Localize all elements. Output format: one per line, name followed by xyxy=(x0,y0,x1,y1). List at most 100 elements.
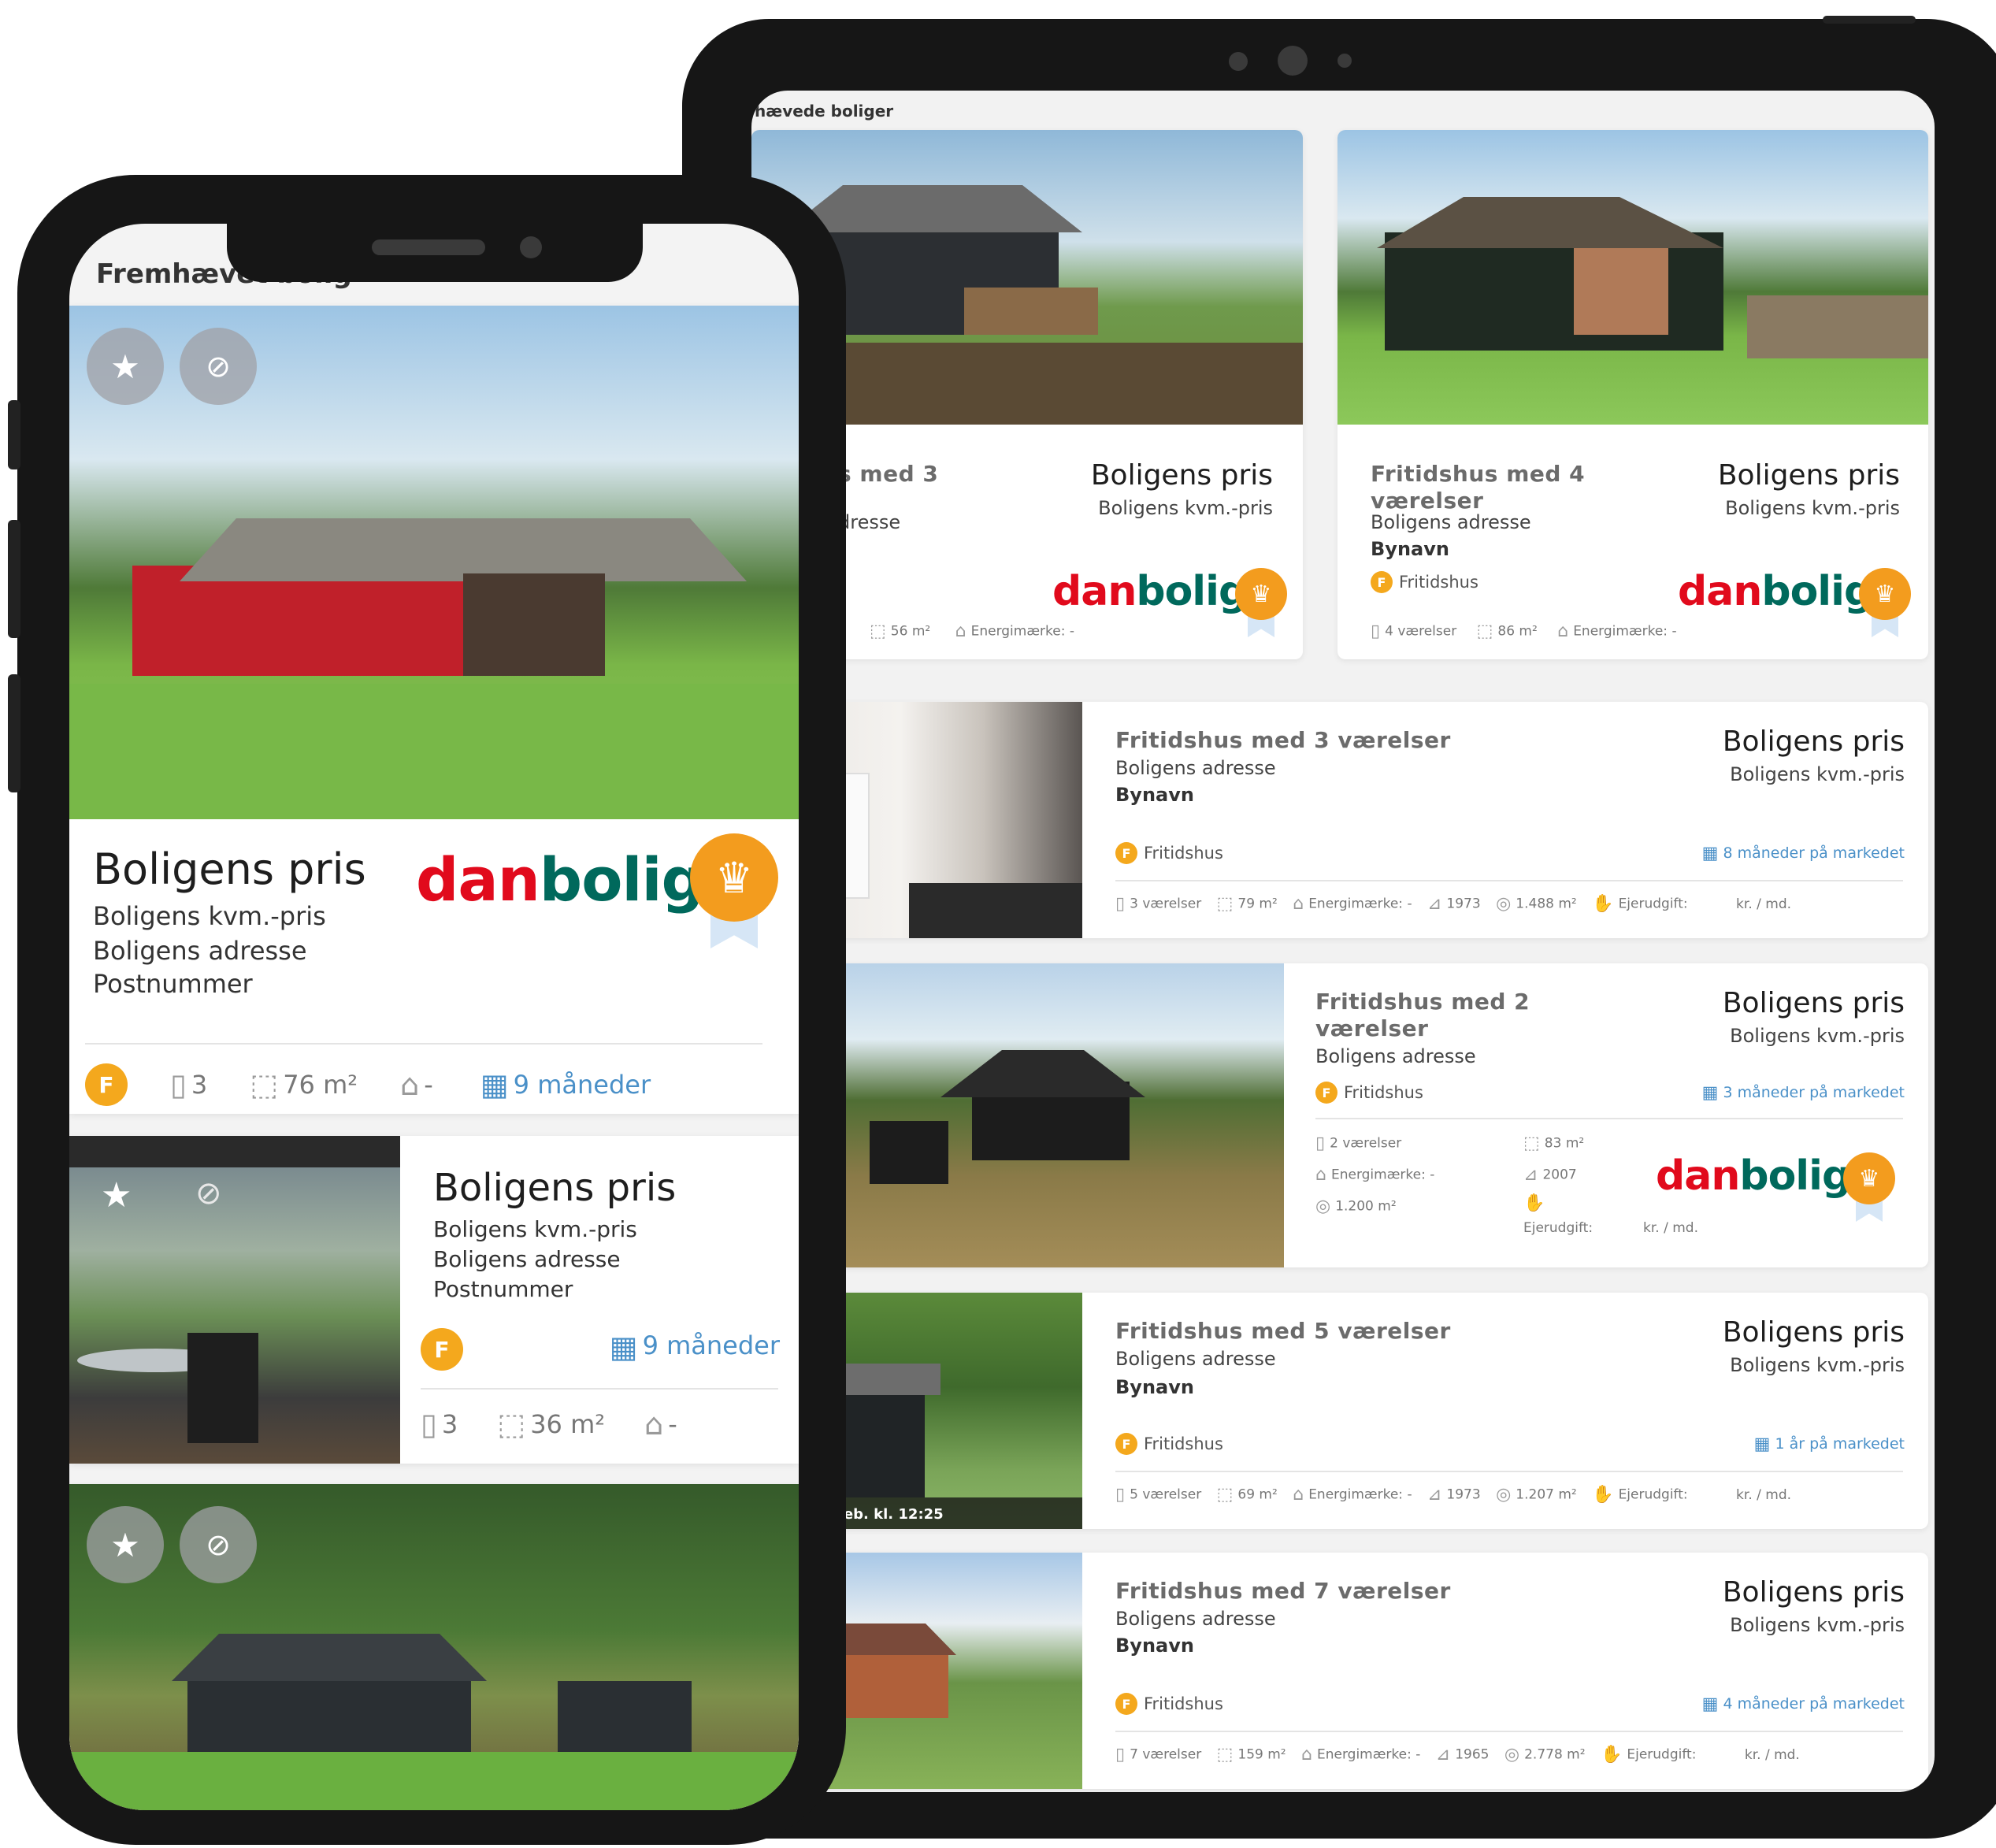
area-icon: ⬚ xyxy=(870,622,886,641)
energy-icon: ⌂ xyxy=(1315,1165,1326,1185)
plot-icon: ◎ xyxy=(1496,894,1512,914)
property-price: Boligens pris xyxy=(433,1166,677,1210)
featured-property-card[interactable]: ★ ⊘ Boligens pris Boligens kvm.-pris Bol… xyxy=(69,306,799,1114)
property-stats: ▯ 3 ⬚ 36 m² ⌂ - xyxy=(421,1407,677,1442)
door-icon: ▯ xyxy=(1115,1745,1126,1765)
time-on-market: ▦ 9 måneder xyxy=(609,1330,780,1364)
danbolig-logo: danbolig xyxy=(416,844,704,915)
property-stats: ▯ 7 værelser ⬚ 159 m² ⌂ Energimærke: - ⊿ 196… xyxy=(1115,1745,1800,1765)
year-icon: ⊿ xyxy=(1427,894,1442,914)
tablet-camera xyxy=(1278,46,1308,76)
energy-icon: ⌂ xyxy=(1293,1485,1304,1505)
calendar-icon: ▦ xyxy=(1701,1083,1719,1103)
property-list-card[interactable]: Fritidshus med 7 værelser Boligens adres… xyxy=(751,1553,1928,1789)
door-icon: ▯ xyxy=(1115,894,1126,914)
phone-camera xyxy=(520,236,542,258)
property-card[interactable]: ★ ⊘ xyxy=(69,1484,799,1810)
hide-button[interactable]: ⊘ xyxy=(195,1175,222,1212)
type-badge: F xyxy=(1371,571,1393,593)
property-featured-card[interactable]: Fritidshus med 2 værelser Boligens adres… xyxy=(751,963,1928,1267)
property-address: Boligens adresse xyxy=(93,936,307,966)
property-sqm-price: Boligens kvm.-pris xyxy=(1730,763,1905,785)
tablet-header: hævede boliger xyxy=(755,102,894,121)
card-divider xyxy=(1115,1731,1903,1732)
card-divider xyxy=(1115,1471,1903,1472)
property-sqm-price: Boligens kvm.-pris xyxy=(93,901,326,931)
energy-icon: ⌂ xyxy=(400,1067,420,1102)
property-photo[interactable] xyxy=(69,1484,799,1810)
favorite-button[interactable]: ★ xyxy=(87,328,164,405)
property-sqm-price: Boligens kvm.-pris xyxy=(1730,1614,1905,1636)
fee-icon: ✋ xyxy=(1592,1485,1614,1505)
property-postal: Postnummer xyxy=(433,1276,573,1302)
type-badge: F xyxy=(421,1328,463,1371)
property-card[interactable]: ★ ⊘ Boligens pris Boligens kvm.-pris Bol… xyxy=(69,1136,799,1464)
property-list-card[interactable]: nt hus: 9. feb. kl. 12:25 Fritidshus med… xyxy=(751,1293,1928,1529)
calendar-icon: ▦ xyxy=(609,1330,638,1364)
star-icon: ★ xyxy=(110,1525,140,1564)
property-address: Boligens adresse xyxy=(1115,757,1276,779)
danbolig-logo: danbolig xyxy=(1678,568,1873,615)
property-price: Boligens pris xyxy=(93,844,366,894)
property-title: Fritidshus med 7 værelser xyxy=(1115,1578,1451,1604)
time-on-market: ▦ 1 år på markedet xyxy=(1753,1434,1905,1454)
area-icon: ⬚ xyxy=(1523,1134,1540,1153)
tablet-side-button xyxy=(1823,16,1916,24)
property-sqm-price: Boligens kvm.-pris xyxy=(1730,1354,1905,1376)
door-icon: ▯ xyxy=(421,1407,437,1442)
property-sqm-price: Boligens kvm.-pris xyxy=(433,1216,637,1242)
area-icon: ⬚ xyxy=(1476,622,1493,641)
door-icon: ▯ xyxy=(170,1067,187,1102)
time-on-market: ▦ 4 måneder på markedet xyxy=(1701,1694,1905,1714)
property-city: Bynavn xyxy=(1115,1376,1194,1398)
phone-side-button xyxy=(8,400,20,469)
crown-medal-icon: ♛ xyxy=(1234,568,1289,639)
favorite-button[interactable]: ★ xyxy=(87,1506,164,1583)
property-stats: F ▯ 3 ⬚ 76 m² ⌂ - ▦ 9 måneder xyxy=(85,1063,651,1106)
property-address: dresse xyxy=(838,511,901,533)
property-sqm-price: Boligens kvm.-pris xyxy=(1725,497,1900,519)
property-type: F Fritidshus xyxy=(1315,1082,1423,1104)
year-icon: ⊿ xyxy=(1427,1485,1442,1505)
phone-screen: Fremhævet bolig ★ ⊘ Boligens pris Bolige… xyxy=(69,224,799,1810)
property-price: Boligens pris xyxy=(1722,987,1905,1019)
year-icon: ⊿ xyxy=(1435,1745,1451,1765)
star-icon: ★ xyxy=(101,1175,132,1215)
property-sqm-price: Boligens kvm.-pris xyxy=(1730,1025,1905,1047)
property-photo[interactable] xyxy=(69,306,799,819)
energy-icon: ⌂ xyxy=(1293,894,1304,914)
property-type: F Fritidshus xyxy=(1115,1693,1223,1715)
type-badge: F xyxy=(1115,1693,1137,1715)
plot-icon: ◎ xyxy=(1315,1197,1331,1216)
calendar-icon: ▦ xyxy=(1753,1434,1771,1454)
type-badge: F xyxy=(1315,1082,1337,1104)
hide-button[interactable]: ⊘ xyxy=(180,1506,257,1583)
stat-fee: ✋ xyxy=(1523,1193,1549,1213)
property-card[interactable]: Fritidshus med 4 værelser Boligens adres… xyxy=(1337,130,1928,659)
property-type: F Fritidshus xyxy=(1371,571,1478,593)
stat-fee-unit: kr. / md. xyxy=(1643,1220,1698,1236)
property-postal: Postnummer xyxy=(93,969,253,999)
hide-button[interactable]: ⊘ xyxy=(180,328,257,405)
eye-off-icon: ⊘ xyxy=(195,1175,222,1212)
property-city: Bynavn xyxy=(1371,538,1449,560)
card-divider xyxy=(421,1388,778,1390)
favorite-button[interactable]: ★ xyxy=(101,1175,132,1215)
property-title: s med 3 xyxy=(838,461,939,487)
danbolig-logo: danbolig xyxy=(1656,1152,1851,1200)
time-on-market: ▦ 3 måneder på markedet xyxy=(1701,1083,1905,1103)
property-photo[interactable] xyxy=(1337,130,1928,425)
eye-off-icon: ⊘ xyxy=(206,349,231,384)
energy-icon: ⌂ xyxy=(644,1407,664,1442)
property-list-card[interactable]: Fritidshus med 3 værelser Boligens adres… xyxy=(751,702,1928,938)
phone-speaker xyxy=(372,239,485,255)
property-stats: ▯ 5 værelser ⬚ 69 m² ⌂ Energimærke: - ⊿ 1973… xyxy=(1115,1485,1792,1505)
property-city: Bynavn xyxy=(1115,784,1194,806)
calendar-icon: ▦ xyxy=(1701,844,1719,863)
property-type: F Fritidshus xyxy=(1115,1433,1223,1455)
property-city: Bynavn xyxy=(1115,1635,1194,1657)
area-icon: ⬚ xyxy=(1216,894,1234,914)
type-badge: F xyxy=(1115,1433,1137,1455)
property-title: værelser xyxy=(1315,1015,1429,1041)
eye-off-icon: ⊘ xyxy=(206,1527,231,1562)
